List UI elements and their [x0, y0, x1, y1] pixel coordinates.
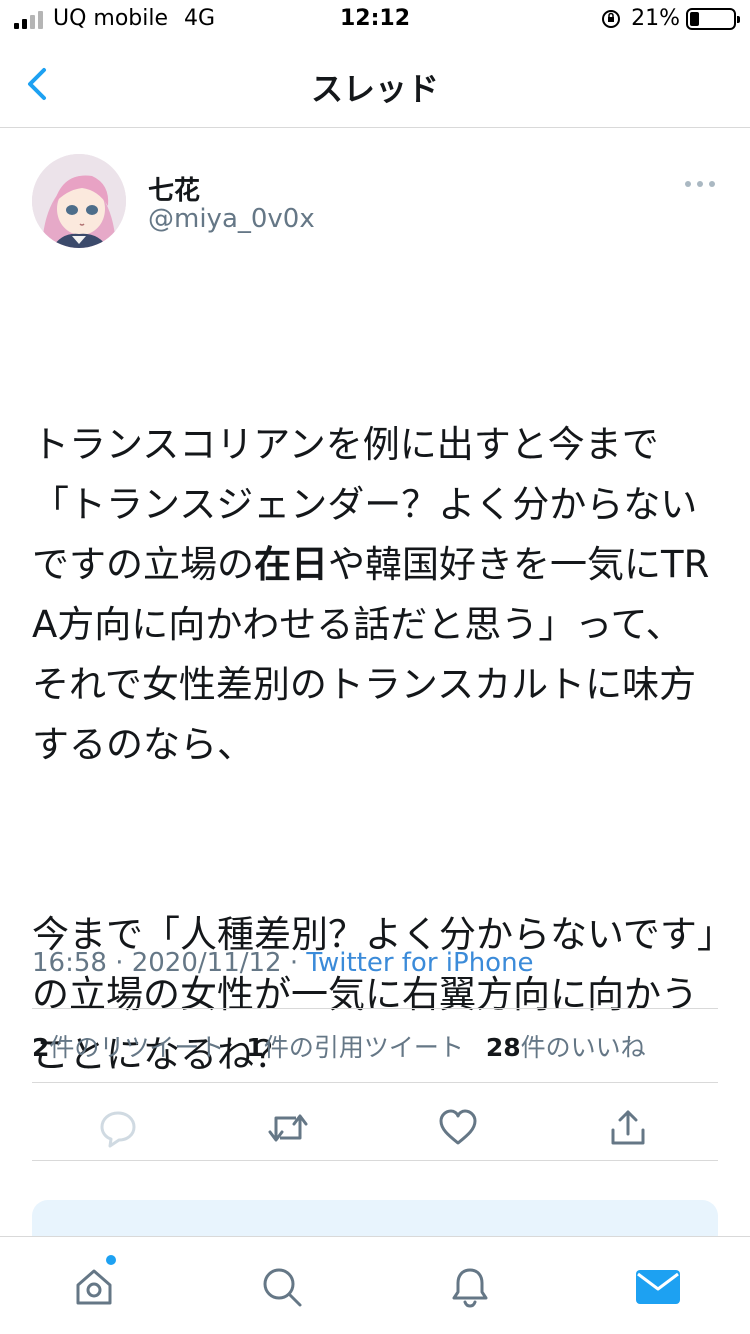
tweet-meta: 16:58 · 2020/11/12 · Twitter for iPhone: [32, 948, 534, 978]
tweet-text: トランスコリアンを例に出すと今まで「トランスジェンダー？よく分からないですの立場…: [32, 295, 718, 1205]
status-right: 21%: [601, 6, 740, 31]
quotes-stat[interactable]: 1件の引用ツイート: [246, 1028, 463, 1064]
likes-label: 件のいいね: [520, 1033, 646, 1062]
page-title: スレッド: [310, 70, 439, 108]
notifications-icon: [452, 1268, 488, 1308]
battery-percent: 21%: [631, 6, 680, 31]
divider: [32, 1008, 718, 1009]
tweet-timestamp: 16:58 · 2020/11/12 ·: [32, 948, 307, 978]
tweet-paragraph-1: トランスコリアンを例に出すと今まで「トランスジェンダー？よく分からないですの立場…: [32, 415, 718, 775]
tab-bar: [0, 1236, 750, 1334]
avatar[interactable]: [32, 154, 126, 248]
likes-count: 28: [485, 1033, 521, 1062]
tab-search[interactable]: [254, 1259, 310, 1315]
tab-notifications[interactable]: [442, 1259, 498, 1315]
tab-messages[interactable]: [630, 1259, 686, 1315]
home-icon: [76, 1269, 112, 1305]
like-icon: [439, 1109, 477, 1145]
reply-icon: [100, 1111, 136, 1148]
likes-stat[interactable]: 28件のいいね: [486, 1028, 646, 1064]
tweet-stats: 2件のリツイート 1件の引用ツイート 28件のいいね: [32, 1028, 646, 1064]
nav-bar: スレッド: [0, 40, 750, 128]
retweets-count: 2: [32, 1033, 50, 1062]
divider: [32, 1160, 718, 1161]
tab-home[interactable]: [66, 1255, 122, 1315]
tweet-actions: [32, 1100, 718, 1156]
quotes-label: 件の引用ツイート: [263, 1033, 464, 1062]
retweet-button[interactable]: [260, 1100, 316, 1156]
battery-icon: [686, 7, 740, 30]
tweet-source-link[interactable]: Twitter for iPhone: [306, 948, 533, 978]
tweet-text-bold: 在日: [254, 543, 328, 586]
more-options-icon[interactable]: [682, 176, 718, 192]
user-handle[interactable]: @miya_0v0x: [148, 204, 315, 234]
divider: [32, 1082, 718, 1083]
status-bar: UQ mobile 4G 12:12 21%: [0, 0, 750, 40]
display-name[interactable]: 七花: [148, 170, 200, 207]
search-icon: [263, 1268, 302, 1307]
like-button[interactable]: [430, 1100, 486, 1156]
retweets-stat[interactable]: 2件のリツイート: [32, 1028, 224, 1064]
battery-fill: [690, 11, 699, 26]
composer-card[interactable]: [32, 1200, 718, 1240]
retweet-icon: [268, 1114, 308, 1142]
home-notification-dot: [106, 1255, 116, 1265]
retweets-label: 件のリツイート: [49, 1033, 225, 1062]
avatar-illustration: [32, 154, 126, 248]
reply-button[interactable]: [90, 1100, 146, 1156]
share-button[interactable]: [600, 1100, 656, 1156]
quotes-count: 1: [246, 1033, 264, 1062]
orientation-lock-icon: [602, 9, 621, 28]
share-icon: [611, 1110, 645, 1145]
messages-icon: [636, 1270, 680, 1304]
